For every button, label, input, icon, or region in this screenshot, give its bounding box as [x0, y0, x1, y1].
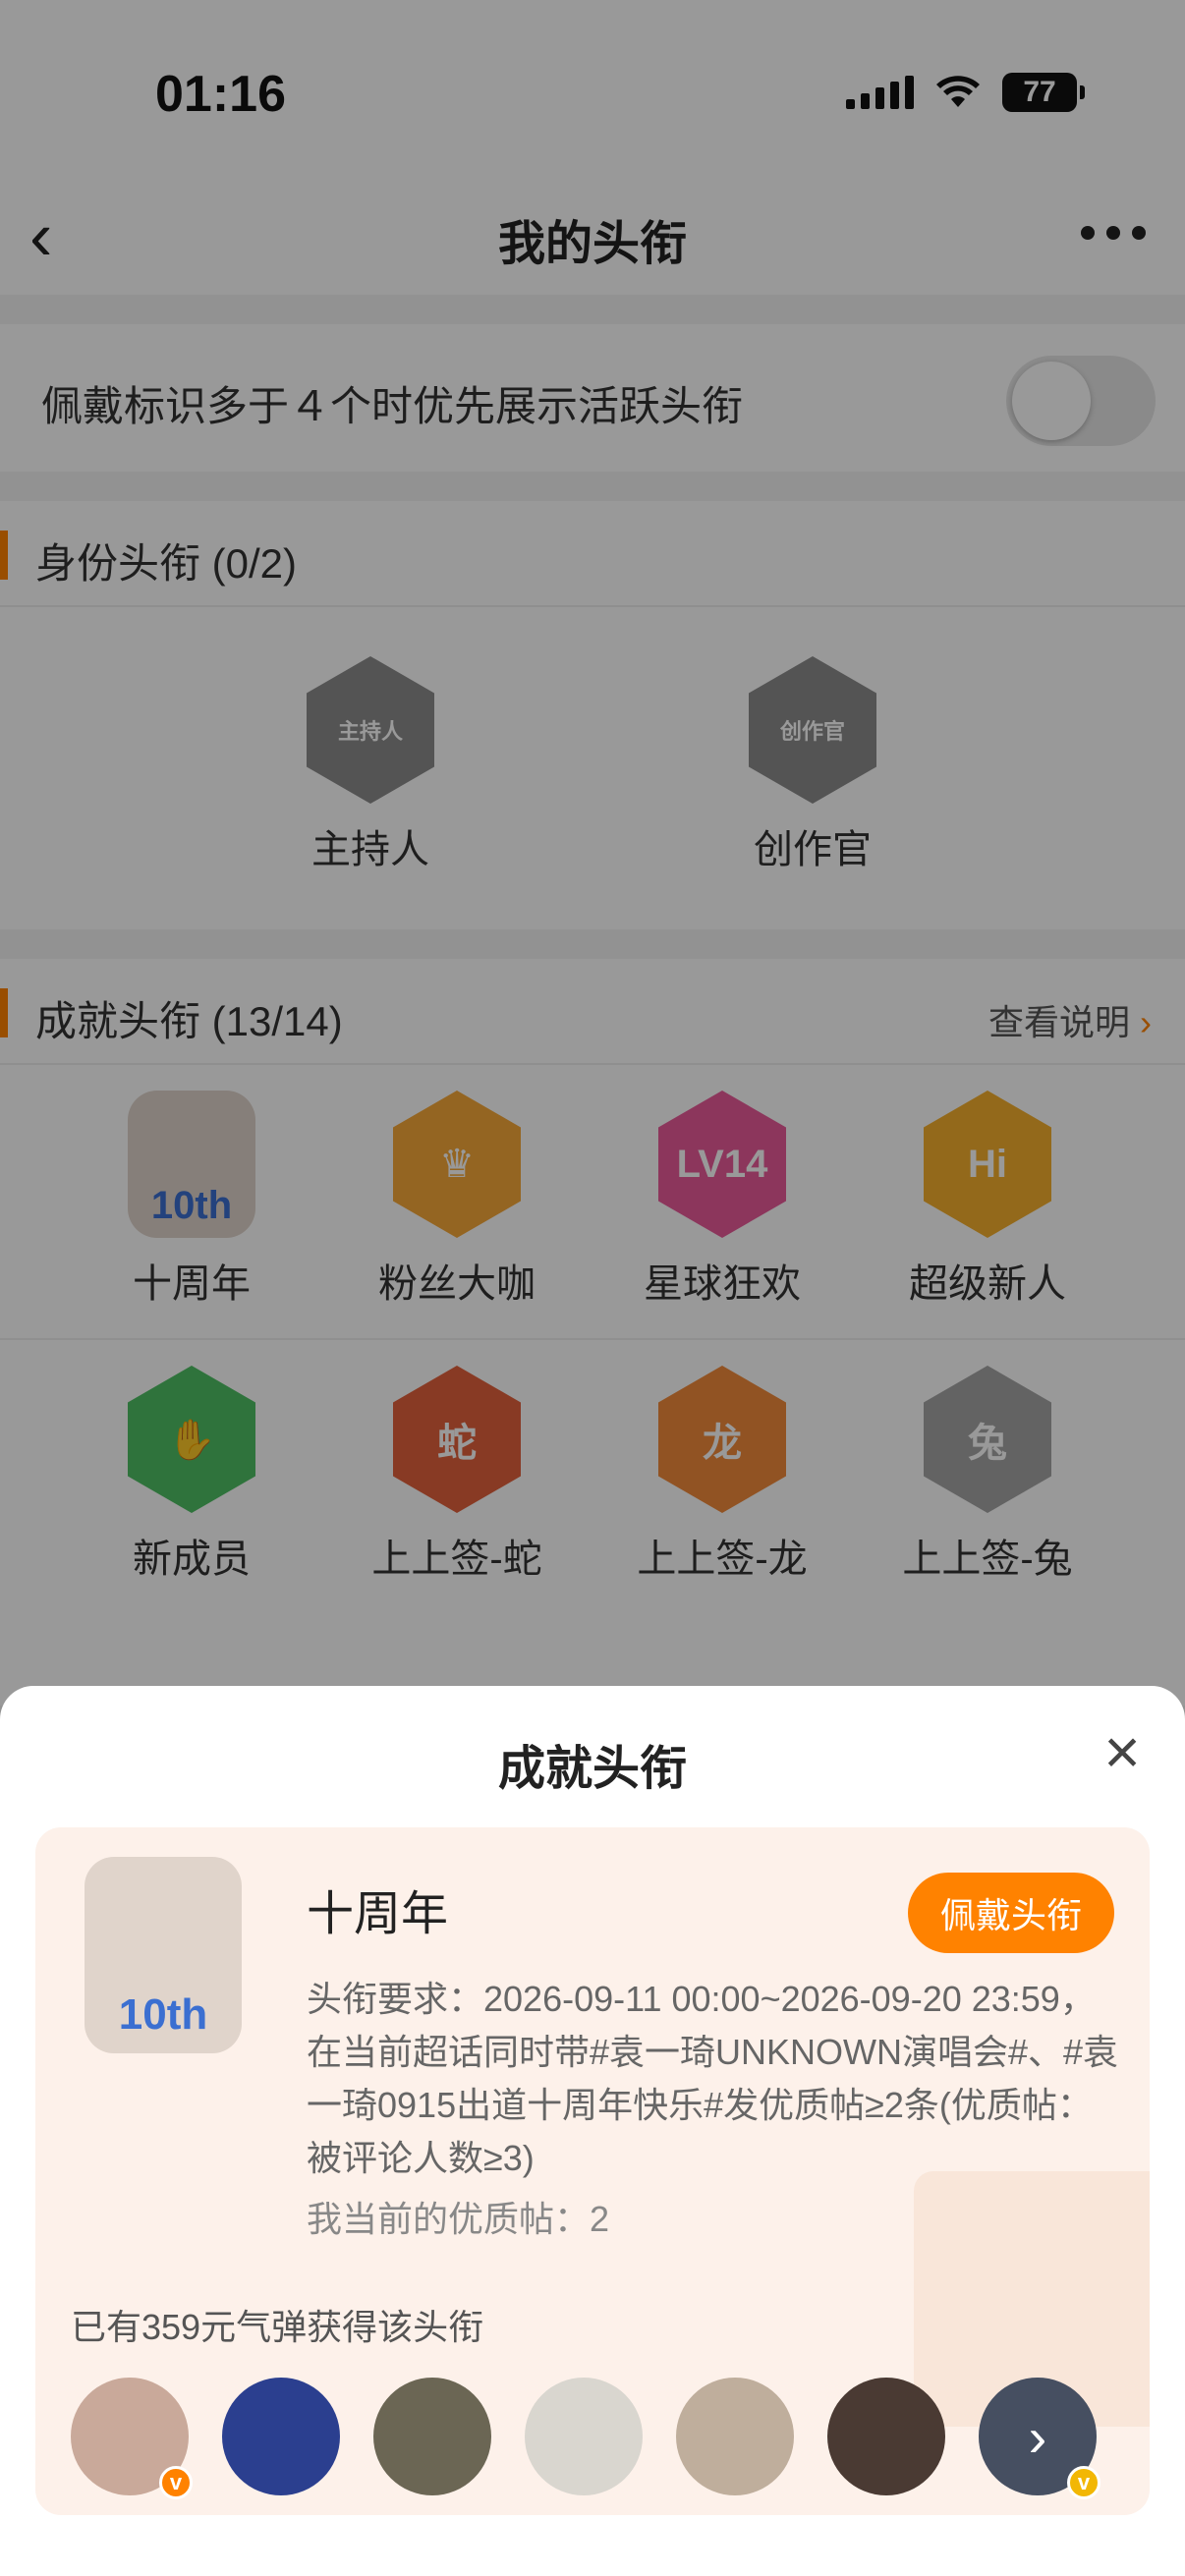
- title-detail-card: 10th 十周年 佩戴头衔 头衔要求：2026-09-11 00:00~2026…: [35, 1827, 1150, 2515]
- achievement-title-sheet: 成就头衔 × 10th 十周年 佩戴头衔 头衔要求：2026-09-11 00:…: [0, 1686, 1185, 2576]
- avatar[interactable]: › v: [979, 2378, 1100, 2499]
- avatar[interactable]: [373, 2378, 491, 2495]
- avatar[interactable]: [676, 2378, 794, 2495]
- wear-title-button[interactable]: 佩戴头衔: [908, 1873, 1114, 1953]
- tenth-anniversary-girl-icon: 10th: [85, 1857, 242, 2053]
- holders-count: 已有359元气弹获得该头衔: [71, 2307, 484, 2347]
- avatar[interactable]: [827, 2378, 945, 2495]
- holder-avatars: v › v: [71, 2378, 1100, 2499]
- verified-badge-icon: v: [159, 2466, 193, 2499]
- avatar[interactable]: [222, 2378, 340, 2495]
- verified-badge-icon: v: [1067, 2466, 1100, 2499]
- title-requirement: 头衔要求：2026-09-11 00:00~2026-09-20 23:59，在…: [307, 1979, 1119, 2178]
- sheet-title: 成就头衔: [497, 1743, 687, 1795]
- close-icon[interactable]: ×: [1095, 1720, 1150, 1783]
- my-quality-posts: 我当前的优质帖：2: [307, 2199, 610, 2239]
- avatar[interactable]: v: [71, 2378, 193, 2499]
- avatar[interactable]: [525, 2378, 643, 2495]
- title-name: 十周年: [307, 1888, 449, 1940]
